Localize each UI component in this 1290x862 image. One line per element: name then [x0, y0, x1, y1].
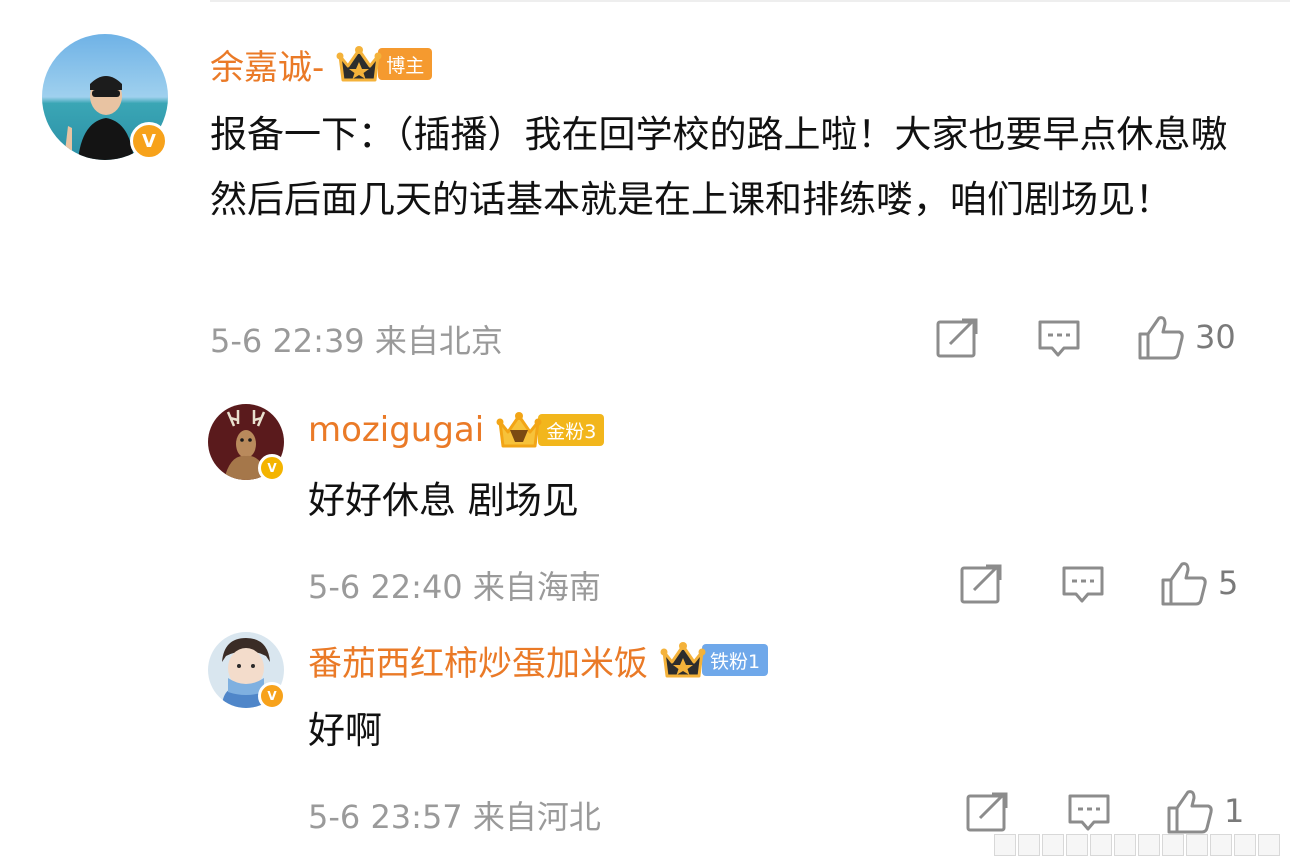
badge-label: 博主	[378, 48, 433, 80]
like-count: 30	[1195, 318, 1236, 356]
fan-badge[interactable]: 铁粉1	[660, 640, 769, 680]
comment-meta: 5-6 23:57 来自河北	[308, 798, 601, 836]
thumbs-up-icon	[1167, 790, 1213, 834]
author-name[interactable]: mozigugai	[308, 410, 484, 450]
like-button[interactable]: 5	[1160, 560, 1238, 606]
verified-v-icon: V	[258, 682, 286, 710]
share-icon	[936, 318, 978, 358]
comment-text: 好好休息 剧场见	[308, 479, 579, 522]
crown-icon	[496, 410, 542, 450]
fan-badge[interactable]: 金粉3	[496, 410, 605, 450]
repost-button[interactable]	[960, 564, 1002, 604]
badge-label: 铁粉1	[702, 644, 769, 676]
crown-icon	[336, 44, 382, 84]
thumbs-up-icon	[1161, 562, 1207, 606]
comment-button[interactable]	[1062, 566, 1104, 604]
comment-button[interactable]	[1068, 794, 1110, 832]
avatar[interactable]: V	[42, 34, 168, 160]
like-count: 5	[1218, 564, 1239, 602]
author-name[interactable]: 余嘉诚-	[210, 40, 324, 89]
repost-button[interactable]	[966, 792, 1008, 832]
comment-2: V mozigugai 金粉3 好好休息 剧场见 5-6 22:40 来自海南	[0, 380, 1290, 620]
verified-v-icon: V	[258, 454, 286, 482]
comment-1: V 余嘉诚- 博主 报备一下：（插播）我在回学校的路上啦！大家也要早点休息嗷 然…	[0, 0, 1290, 380]
comment-icon	[1038, 320, 1080, 357]
crown-icon	[660, 640, 706, 680]
comment-text: 报备一下：（插播）我在回学校的路上啦！大家也要早点休息嗷 然后后面几天的话基本就…	[210, 113, 1228, 221]
thumbs-up-icon	[1138, 316, 1184, 360]
share-icon	[966, 792, 1008, 832]
comment-button[interactable]	[1038, 320, 1080, 358]
verified-v-icon: V	[130, 122, 168, 160]
avatar[interactable]: V	[208, 632, 286, 710]
comment-meta: 5-6 22:39 来自北京	[210, 322, 503, 360]
author-name[interactable]: 番茄西红柿炒蛋加米饭	[308, 636, 648, 685]
share-icon	[960, 564, 1002, 604]
comment-icon	[1062, 566, 1104, 603]
blogger-badge[interactable]: 博主	[336, 44, 433, 84]
comment-3: V 番茄西红柿炒蛋加米饭 铁粉1 好啊 5-6 23:57 来自河北 1	[0, 620, 1290, 862]
repost-button[interactable]	[936, 318, 978, 358]
like-button[interactable]: 30	[1137, 314, 1236, 360]
like-count: 1	[1224, 792, 1245, 830]
comment-text: 好啊	[308, 709, 382, 752]
badge-label: 金粉3	[538, 414, 605, 446]
comment-meta: 5-6 22:40 来自海南	[308, 568, 601, 606]
watermark	[994, 834, 1280, 856]
avatar[interactable]: V	[208, 404, 286, 482]
comment-icon	[1068, 794, 1110, 831]
like-button[interactable]: 1	[1166, 788, 1244, 834]
